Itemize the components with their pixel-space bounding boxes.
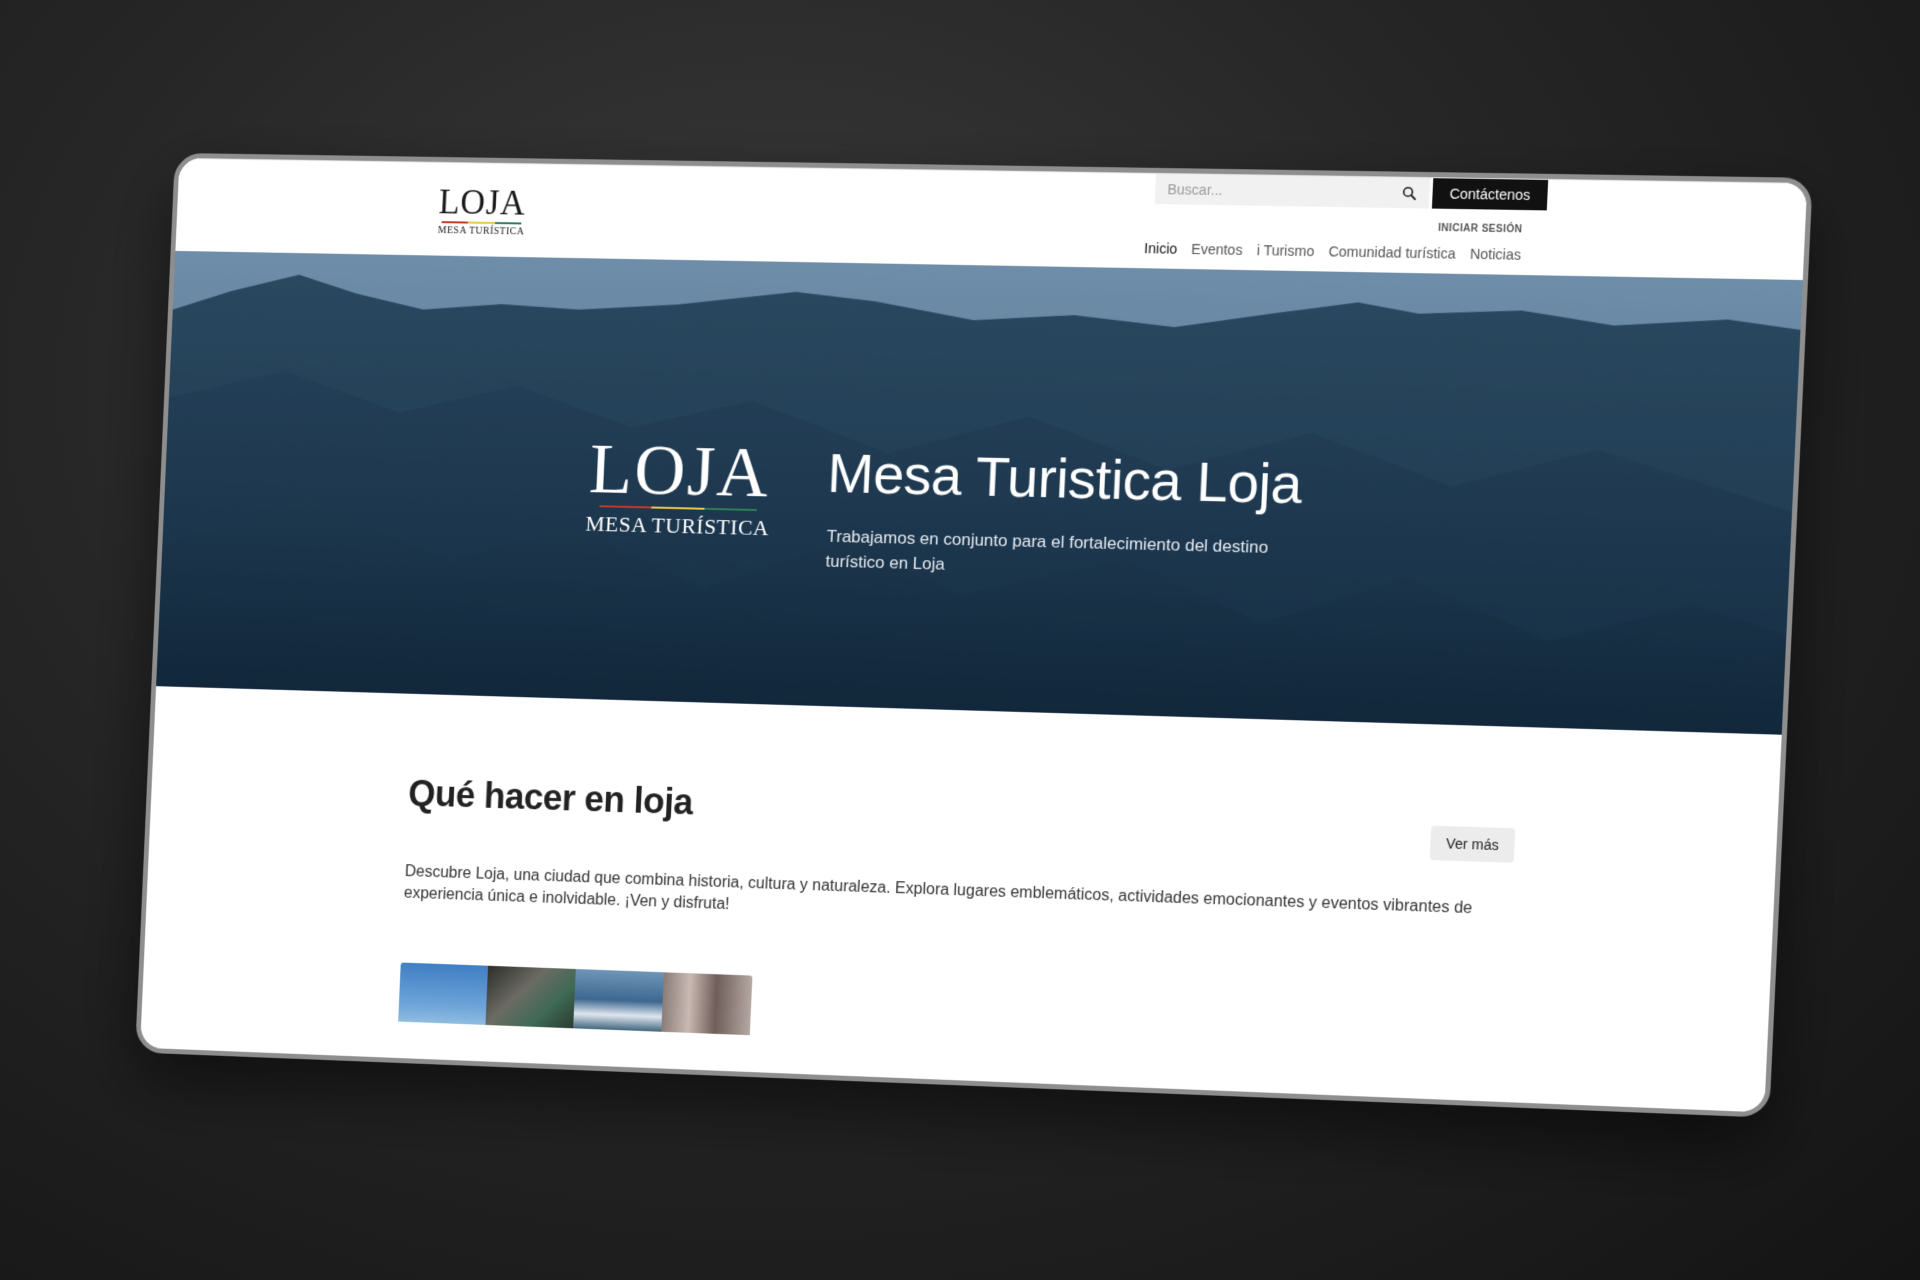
hero-title: Mesa Turistica Loja xyxy=(826,441,1304,516)
que-hacer-section: Qué hacer en loja Ver más Descubre Loja,… xyxy=(139,686,1782,1118)
gallery-image-church[interactable] xyxy=(661,972,753,1036)
header-logo[interactable]: LOJA MESA TURÍSTICA xyxy=(432,182,531,238)
hero-logo-subtitle: MESA TURÍSTICA xyxy=(585,510,770,541)
browser-window: LOJA MESA TURÍSTICA Contáctenos INICIAR … xyxy=(135,152,1813,1118)
search-button[interactable] xyxy=(1387,177,1431,209)
nav-item-turismo[interactable]: i Turismo xyxy=(1256,242,1314,259)
activities-gallery xyxy=(398,962,753,1036)
section-title: Qué hacer en loja xyxy=(407,772,694,823)
nav-item-noticias[interactable]: Noticias xyxy=(1470,246,1522,263)
hero-logo-wordmark: LOJA xyxy=(587,428,772,513)
nav-item-eventos[interactable]: Eventos xyxy=(1191,241,1243,258)
stage: LOJA MESA TURÍSTICA Contáctenos INICIAR … xyxy=(0,0,1920,1280)
logo-subtitle: MESA TURÍSTICA xyxy=(437,225,525,238)
hero-banner: LOJA MESA TURÍSTICA Mesa Turistica Loja … xyxy=(156,250,1803,735)
section-description: Descubre Loja, una ciudad que combina hi… xyxy=(403,863,1473,918)
search-icon xyxy=(1402,186,1417,200)
login-link[interactable]: INICIAR SESIÓN xyxy=(1438,223,1523,236)
logo-color-bar xyxy=(441,221,522,225)
gallery-image-river[interactable] xyxy=(485,965,576,1029)
gallery-image-lake[interactable] xyxy=(573,969,664,1032)
contact-button[interactable]: Contáctenos xyxy=(1431,178,1549,211)
gallery-image-sky[interactable] xyxy=(398,962,489,1025)
ver-mas-button[interactable]: Ver más xyxy=(1429,825,1516,863)
nav-item-inicio[interactable]: Inicio xyxy=(1144,240,1178,257)
logo-wordmark: LOJA xyxy=(437,182,527,223)
nav-item-comunidad[interactable]: Comunidad turística xyxy=(1328,243,1456,261)
main-nav: Inicio Eventos i Turismo Comunidad turís… xyxy=(1144,240,1522,263)
hero-logo: LOJA MESA TURÍSTICA xyxy=(579,428,780,542)
search-input[interactable] xyxy=(1154,173,1390,208)
